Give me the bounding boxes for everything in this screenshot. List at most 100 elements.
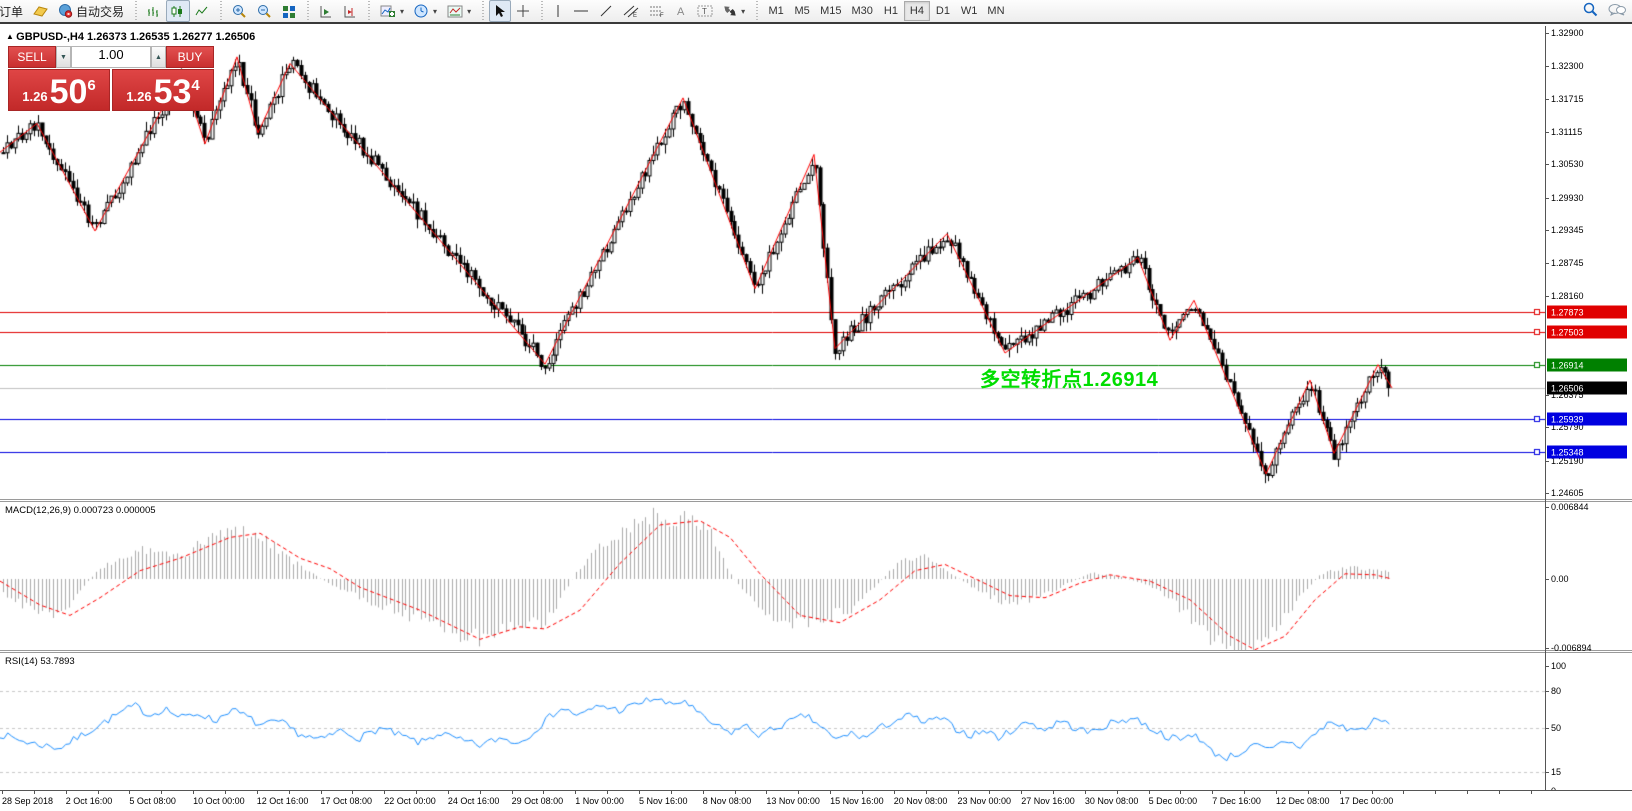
date-axis-tick xyxy=(1403,790,1404,794)
date-axis-tick xyxy=(66,790,67,794)
zoom-out-button[interactable] xyxy=(252,0,277,22)
axis-tick xyxy=(1545,66,1549,67)
volume-input[interactable]: 1.00 xyxy=(71,46,151,68)
horizontal-line-button[interactable] xyxy=(568,0,594,22)
autotrade-button[interactable]: 自动交易 xyxy=(53,0,129,22)
axis-tick xyxy=(1545,296,1549,297)
axis-tick xyxy=(1545,263,1549,264)
fibonacci-button[interactable]: F xyxy=(644,0,670,22)
timeframe-m5[interactable]: M5 xyxy=(789,1,815,21)
buy-price-display[interactable]: 1.26 53 4 xyxy=(112,69,214,111)
toolbar-separator xyxy=(218,1,223,21)
text-label-button[interactable]: T xyxy=(692,0,718,22)
line-chart-button[interactable] xyxy=(190,0,214,22)
chart-title: ▲ GBPUSD-,H4 1.26373 1.26535 1.26277 1.2… xyxy=(6,31,255,43)
timeframe-w1[interactable]: W1 xyxy=(956,1,983,21)
date-axis-tick xyxy=(1499,790,1500,794)
date-axis-tick xyxy=(1021,790,1022,794)
date-axis-tick xyxy=(1372,790,1373,794)
trendline-button[interactable] xyxy=(594,0,618,22)
search-icon[interactable] xyxy=(1583,2,1598,22)
cursor-button[interactable] xyxy=(489,0,511,22)
date-axis-label: 17 Dec 00:00 xyxy=(1340,796,1394,806)
crosshair-icon xyxy=(516,4,530,18)
book-icon xyxy=(33,5,48,17)
date-axis-tick xyxy=(926,790,927,794)
axis-tick xyxy=(1545,33,1549,34)
price-line-badge: 1.25348 xyxy=(1547,446,1627,459)
pane-separator[interactable] xyxy=(0,499,1632,502)
volume-decrease-button[interactable]: ▼ xyxy=(56,46,71,68)
timeframe-m15[interactable]: M15 xyxy=(815,1,846,21)
date-axis-label: 15 Nov 16:00 xyxy=(830,796,884,806)
timeframe-h1[interactable]: H1 xyxy=(878,1,904,21)
date-axis-tick xyxy=(798,790,799,794)
chart-shift-button[interactable] xyxy=(338,0,362,22)
date-axis-tick xyxy=(193,790,194,794)
date-axis-tick xyxy=(480,790,481,794)
text-button[interactable]: A xyxy=(670,0,692,22)
date-axis-label: 20 Nov 08:00 xyxy=(894,796,948,806)
price-axis-label: 100 xyxy=(1551,661,1566,671)
svg-text:F: F xyxy=(660,13,664,18)
timeframe-m30[interactable]: M30 xyxy=(847,1,878,21)
date-axis-label: 5 Nov 16:00 xyxy=(639,796,688,806)
macd-pane-canvas[interactable] xyxy=(0,503,1545,651)
zoom-in-button[interactable] xyxy=(227,0,252,22)
timeframe-mn[interactable]: MN xyxy=(982,1,1009,21)
date-axis-tick xyxy=(416,790,417,794)
buy-button[interactable]: BUY xyxy=(166,46,214,68)
new-order-button[interactable]: 订单 xyxy=(0,0,28,22)
buy-price-pip: 4 xyxy=(191,77,199,94)
date-axis[interactable]: 28 Sep 20182 Oct 16:005 Oct 08:0010 Oct … xyxy=(0,790,1632,811)
book-icon-button[interactable] xyxy=(28,0,53,22)
equidistant-channel-button[interactable]: E xyxy=(618,0,644,22)
candlestick-chart-icon xyxy=(171,5,185,18)
volume-increase-button[interactable]: ▲ xyxy=(151,46,166,68)
date-axis-tick xyxy=(352,790,353,794)
templates-dropdown-caret[interactable]: ▾ xyxy=(467,7,471,16)
arrows-button[interactable]: ▾ xyxy=(718,0,750,22)
candlestick-chart-button[interactable] xyxy=(166,0,190,22)
toolbar-separator xyxy=(366,1,371,21)
rsi-pane-canvas[interactable] xyxy=(0,654,1545,789)
timeframe-h4[interactable]: H4 xyxy=(904,1,930,21)
crosshair-button[interactable] xyxy=(511,0,535,22)
sell-price-pip: 6 xyxy=(87,77,95,94)
price-chart-canvas[interactable] xyxy=(0,26,1545,500)
auto-scroll-button[interactable] xyxy=(314,0,338,22)
templates-button[interactable]: ▾ xyxy=(442,0,476,22)
indicators-icon xyxy=(380,4,396,18)
axis-tick xyxy=(1545,230,1549,231)
periods-dropdown-caret[interactable]: ▾ xyxy=(433,7,437,16)
new-order-label: 订单 xyxy=(0,3,23,20)
date-axis-tick xyxy=(639,790,640,794)
sell-button[interactable]: SELL xyxy=(8,46,56,68)
chat-icon[interactable] xyxy=(1608,3,1626,22)
trendline-icon xyxy=(599,4,613,18)
timeframe-d1[interactable]: D1 xyxy=(930,1,956,21)
date-axis-tick xyxy=(1212,790,1213,794)
axis-tick xyxy=(1545,691,1549,692)
date-axis-label: 22 Oct 00:00 xyxy=(384,796,436,806)
line-chart-icon xyxy=(195,5,209,18)
date-axis-tick xyxy=(321,790,322,794)
arrows-icon xyxy=(723,4,737,18)
vertical-line-button[interactable] xyxy=(548,0,568,22)
sell-price-display[interactable]: 1.26 50 6 xyxy=(8,69,110,111)
pane-separator[interactable] xyxy=(0,650,1632,653)
date-axis-label: 8 Nov 08:00 xyxy=(703,796,752,806)
indicators-dropdown-caret[interactable]: ▾ xyxy=(400,7,404,16)
tile-windows-button[interactable] xyxy=(277,0,301,22)
indicators-button[interactable]: ▾ xyxy=(375,0,409,22)
date-axis-label: 29 Oct 08:00 xyxy=(512,796,564,806)
price-axis-label: 1.28160 xyxy=(1551,291,1584,301)
arrows-dropdown-caret[interactable]: ▾ xyxy=(741,7,745,16)
buy-price-base: 1.26 xyxy=(126,89,151,104)
date-axis-tick xyxy=(543,790,544,794)
date-axis-tick xyxy=(1308,790,1309,794)
date-axis-tick xyxy=(1276,790,1277,794)
timeframe-m1[interactable]: M1 xyxy=(763,1,789,21)
periods-button[interactable]: ▾ xyxy=(409,0,442,22)
bar-chart-button[interactable] xyxy=(142,0,166,22)
